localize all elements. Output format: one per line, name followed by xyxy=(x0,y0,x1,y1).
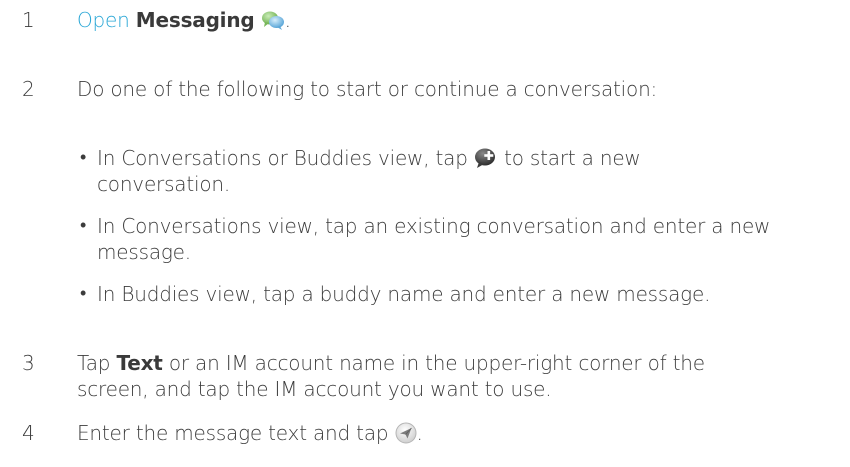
send-icon xyxy=(395,422,417,444)
step-1-text: Open Messaging . xyxy=(77,8,291,33)
bullet-2-line-2: message. xyxy=(97,240,191,264)
step-3-line-2: screen, and tap the IM account you want … xyxy=(77,377,552,401)
step-1-period: . xyxy=(284,8,291,32)
step-3-line-1: Tap Text or an IM account name in the up… xyxy=(77,351,705,375)
bullet-1-line-1: In Conversations or Buddies view, tap to… xyxy=(97,146,641,171)
bullet-2-line-1: In Conversations view, tap an existing c… xyxy=(97,214,771,238)
bullet-1-text-after: to start a new xyxy=(504,146,641,170)
step-4-number: 4 xyxy=(22,421,35,445)
step-3-number: 3 xyxy=(22,351,35,375)
new-conversation-icon xyxy=(474,147,498,169)
bullet-marker: • xyxy=(80,147,87,168)
step-1-number: 1 xyxy=(22,8,35,32)
bullet-marker: • xyxy=(80,215,87,236)
step-2-text: Do one of the following to start or cont… xyxy=(77,77,658,101)
bullet-3-line-1: In Buddies view, tap a buddy name and en… xyxy=(97,282,711,306)
step-4-text-before: Enter the message text and tap xyxy=(77,421,389,445)
messaging-icon xyxy=(261,9,285,31)
bullet-marker: • xyxy=(80,283,87,304)
step-3-tap: Tap xyxy=(77,351,111,375)
messaging-app-name: Messaging xyxy=(135,8,255,32)
step-2-number: 2 xyxy=(22,77,35,101)
instruction-page: 1 Open Messaging . 2 Do one of the follo… xyxy=(0,0,850,467)
step-4-text: Enter the message text and tap . xyxy=(77,421,423,446)
step-3-rest: or an IM account name in the upper-right… xyxy=(168,351,705,375)
bullet-1-line-2: conversation. xyxy=(97,172,231,196)
bullet-1-text-before: In Conversations or Buddies view, tap xyxy=(97,146,468,170)
text-option-label: Text xyxy=(116,351,163,375)
step-4-period: . xyxy=(416,421,423,445)
open-link[interactable]: Open xyxy=(77,8,130,32)
